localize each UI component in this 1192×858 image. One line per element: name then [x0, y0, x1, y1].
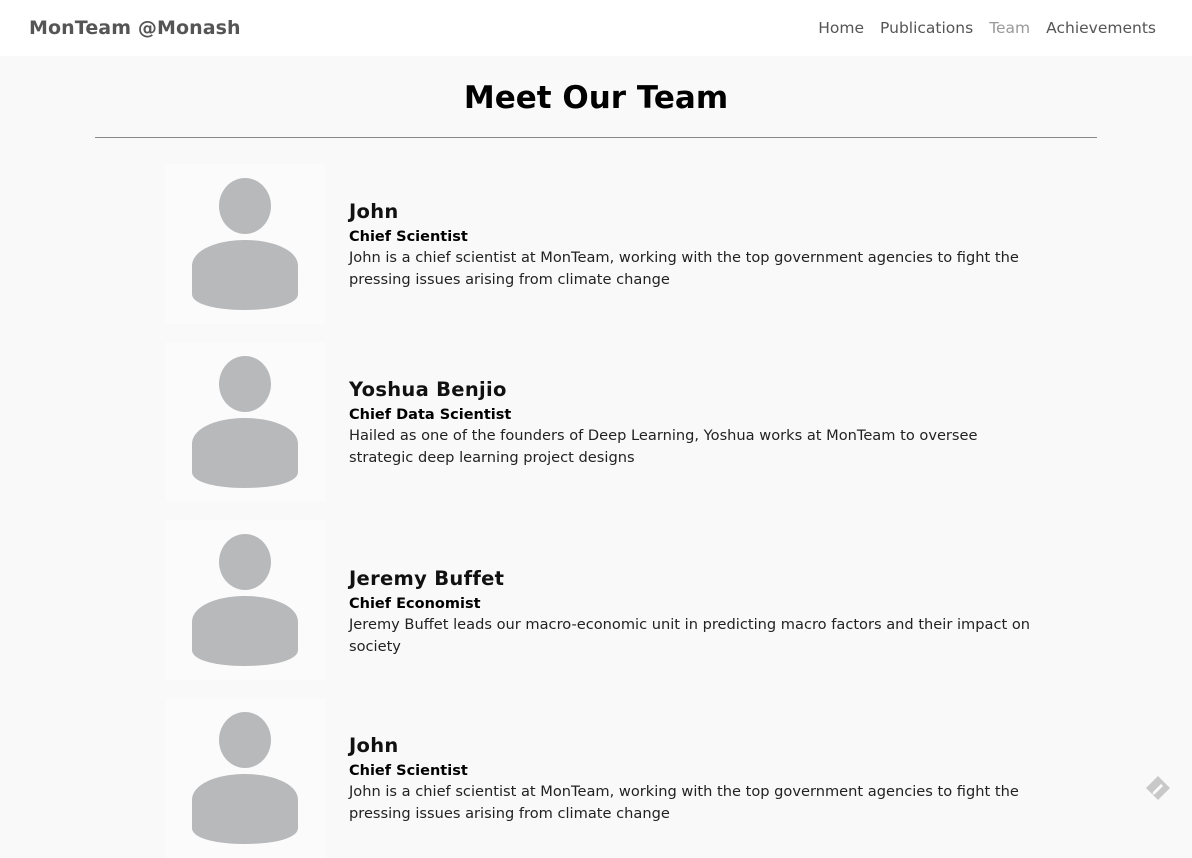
member-description: John is a chief scientist at MonTeam, wo… [349, 781, 1039, 825]
team-member-card: John Chief Scientist John is a chief sci… [165, 698, 1035, 858]
member-name: John [349, 734, 1039, 757]
member-role: Chief Economist [349, 596, 1039, 612]
navbar: MonTeam @Monash Home Publications Team A… [0, 0, 1192, 56]
member-name: John [349, 200, 1039, 223]
member-description: Jeremy Buffet leads our macro-economic u… [349, 614, 1039, 658]
team-member-card: John Chief Scientist John is a chief sci… [165, 164, 1035, 324]
member-info: Yoshua Benjio Chief Data Scientist Haile… [349, 378, 1039, 469]
member-role: Chief Data Scientist [349, 407, 1039, 423]
nav-link-team[interactable]: Team [989, 19, 1030, 37]
member-role: Chief Scientist [349, 763, 1039, 779]
member-info: John Chief Scientist John is a chief sci… [349, 200, 1039, 291]
person-placeholder-icon [165, 164, 325, 324]
page-title: Meet Our Team [0, 80, 1192, 116]
nav-link-home[interactable]: Home [818, 19, 864, 37]
member-info: Jeremy Buffet Chief Economist Jeremy Buf… [349, 567, 1039, 658]
title-divider [95, 137, 1097, 138]
member-description: Hailed as one of the founders of Deep Le… [349, 425, 1039, 469]
nav-links: Home Publications Team Achievements [818, 19, 1156, 37]
team-member-card: Yoshua Benjio Chief Data Scientist Haile… [165, 342, 1035, 502]
nav-link-publications[interactable]: Publications [880, 19, 973, 37]
person-placeholder-icon [165, 698, 325, 858]
person-placeholder-icon [165, 342, 325, 502]
edit-pencil-icon[interactable] [1144, 774, 1172, 802]
person-placeholder-icon [165, 520, 325, 680]
member-name: Jeremy Buffet [349, 567, 1039, 590]
member-role: Chief Scientist [349, 229, 1039, 245]
member-info: John Chief Scientist John is a chief sci… [349, 734, 1039, 825]
member-description: John is a chief scientist at MonTeam, wo… [349, 247, 1039, 291]
team-member-card: Jeremy Buffet Chief Economist Jeremy Buf… [165, 520, 1035, 680]
nav-link-achievements[interactable]: Achievements [1046, 19, 1156, 37]
member-name: Yoshua Benjio [349, 378, 1039, 401]
brand-link[interactable]: MonTeam @Monash [29, 17, 241, 39]
